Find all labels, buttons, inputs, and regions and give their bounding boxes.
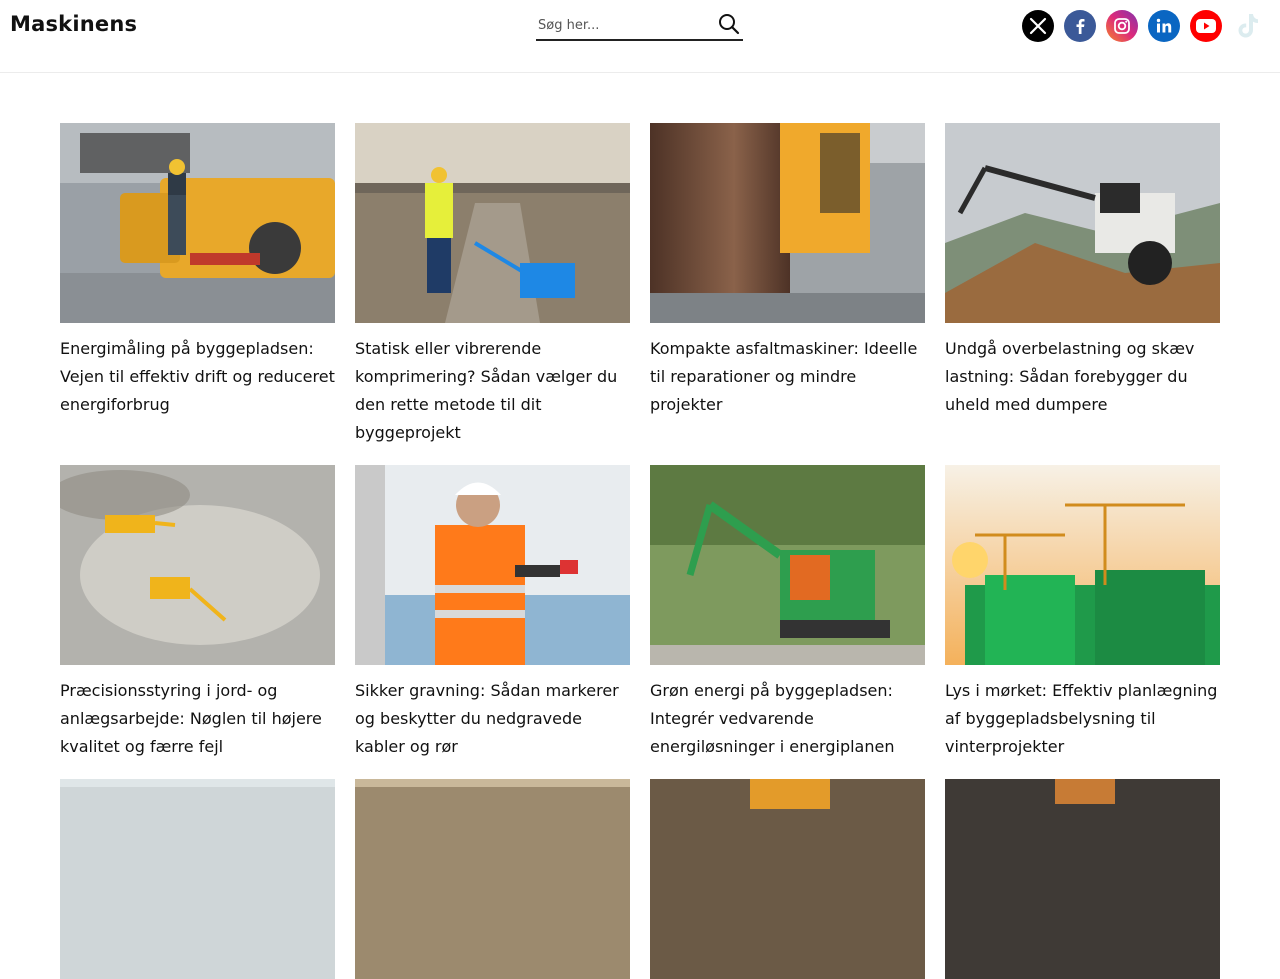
article-card[interactable]: Energimåling på byggepladsen: Vejen til …	[60, 123, 335, 419]
article-card[interactable]: Statisk eller vibrerende komprimering? S…	[355, 123, 630, 447]
article-image[interactable]	[355, 465, 630, 665]
article-card[interactable]: Præcisionsstyring i jord- og anlægsarbej…	[60, 465, 335, 761]
article-image[interactable]	[355, 779, 630, 979]
article-title[interactable]: Sikker gravning: Sådan markerer og besky…	[355, 677, 630, 761]
linkedin-link[interactable]	[1148, 10, 1180, 42]
article-card[interactable]: Sikker gravning: Sådan markerer og besky…	[355, 465, 630, 761]
facebook-link[interactable]	[1064, 10, 1096, 42]
article-card[interactable]	[650, 779, 925, 979]
site-header: Maskinens	[0, 0, 1280, 73]
article-image[interactable]	[945, 465, 1220, 665]
article-image[interactable]	[60, 123, 335, 323]
article-image[interactable]	[60, 779, 335, 979]
site-logo[interactable]: Maskinens	[10, 12, 137, 36]
article-card[interactable]: Undgå overbelastning og skæv lastning: S…	[945, 123, 1220, 419]
youtube-icon	[1196, 19, 1216, 33]
article-card[interactable]: Lys i mørket: Effektiv planlægning af by…	[945, 465, 1220, 761]
article-image[interactable]	[650, 779, 925, 979]
instagram-link[interactable]	[1106, 10, 1138, 42]
tiktok-link[interactable]	[1232, 10, 1264, 42]
search-bar	[536, 8, 743, 41]
article-card[interactable]	[945, 779, 1220, 979]
x-link[interactable]	[1022, 10, 1054, 42]
article-title[interactable]: Kompakte asfaltmaskiner: Ideelle til rep…	[650, 335, 925, 419]
article-title[interactable]: Præcisionsstyring i jord- og anlægsarbej…	[60, 677, 335, 761]
article-title[interactable]: Statisk eller vibrerende komprimering? S…	[355, 335, 630, 447]
article-title[interactable]: Energimåling på byggepladsen: Vejen til …	[60, 335, 335, 419]
x-icon	[1029, 17, 1047, 35]
search-input[interactable]	[538, 15, 708, 35]
article-title[interactable]: Lys i mørket: Effektiv planlægning af by…	[945, 677, 1220, 761]
linkedin-icon	[1156, 18, 1172, 33]
youtube-link[interactable]	[1190, 10, 1222, 42]
article-image[interactable]	[355, 123, 630, 323]
facebook-icon	[1076, 19, 1085, 34]
article-image[interactable]	[945, 779, 1220, 979]
article-card[interactable]: Grøn energi på byggepladsen: Integrér ve…	[650, 465, 925, 761]
tiktok-icon	[1238, 14, 1258, 38]
article-title[interactable]: Undgå overbelastning og skæv lastning: S…	[945, 335, 1220, 419]
article-image[interactable]	[650, 465, 925, 665]
article-card[interactable]	[355, 779, 630, 979]
article-title[interactable]: Grøn energi på byggepladsen: Integrér ve…	[650, 677, 925, 761]
instagram-icon	[1114, 18, 1130, 34]
article-image[interactable]	[650, 123, 925, 323]
article-image[interactable]	[945, 123, 1220, 323]
article-card[interactable]	[60, 779, 335, 979]
search-button[interactable]	[717, 12, 741, 36]
search-icon	[719, 14, 740, 35]
article-image[interactable]	[60, 465, 335, 665]
article-card[interactable]: Kompakte asfaltmaskiner: Ideelle til rep…	[650, 123, 925, 419]
